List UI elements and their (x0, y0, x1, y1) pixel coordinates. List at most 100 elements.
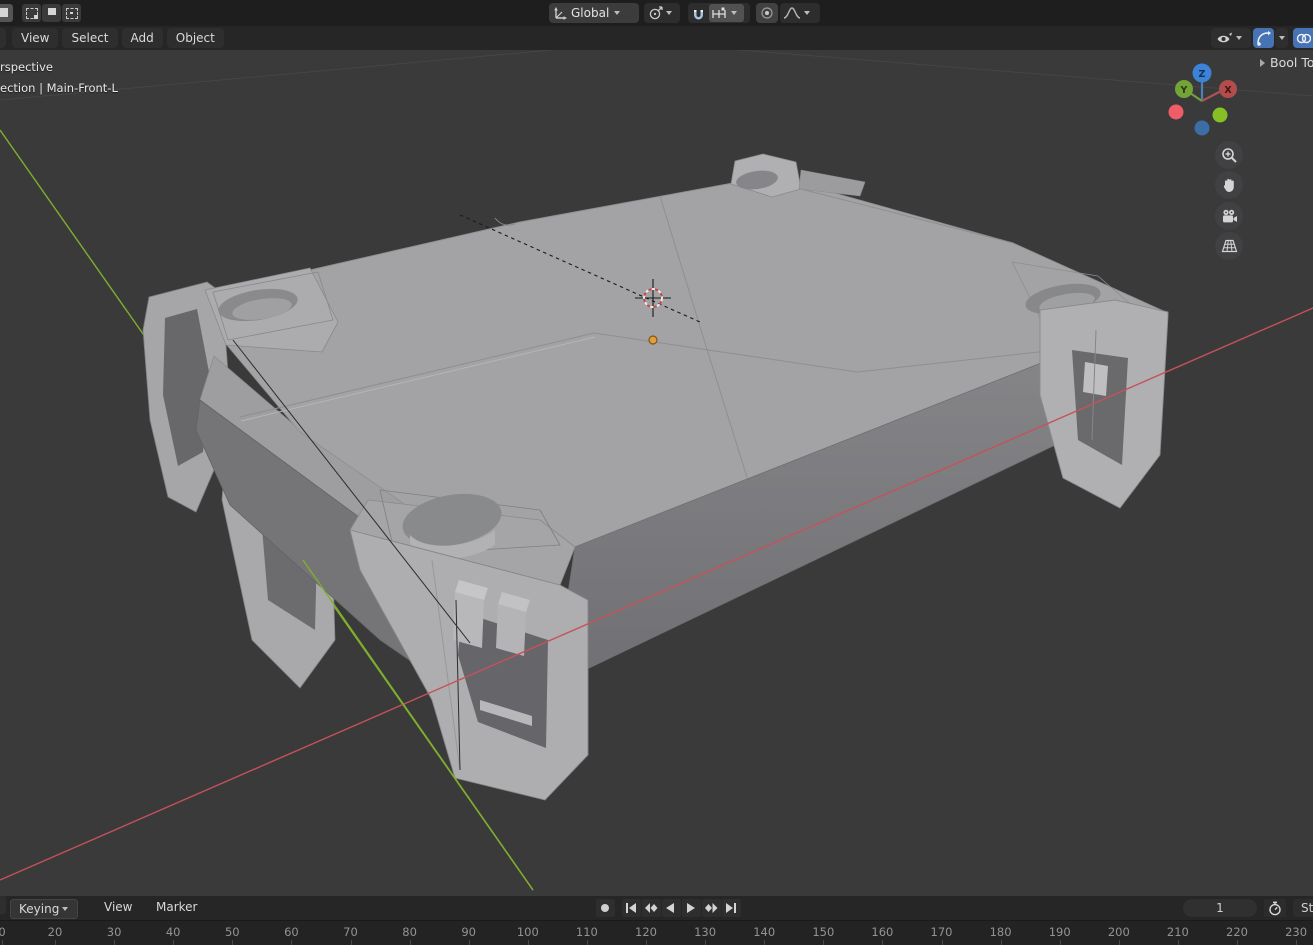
jump-end-button[interactable] (722, 899, 741, 917)
snap-with-dropdown[interactable] (709, 4, 744, 22)
active-object-label: ection | Main-Front-L (0, 81, 118, 95)
camera-view-icon (1221, 209, 1238, 224)
menu-select[interactable]: Select (62, 28, 117, 48)
jump-end-icon (725, 903, 738, 913)
timeline-menu-view[interactable]: View (104, 900, 132, 914)
ruler-tick-mark (232, 940, 233, 945)
navigation-gizmo[interactable]: Z Y X (1169, 64, 1238, 136)
select-extend-icon (26, 8, 38, 19)
ruler-tick-label: 110 (576, 925, 598, 939)
viewport-canvas: Z Y X (0, 50, 1313, 896)
ruler-tick-mark (705, 940, 706, 945)
snap-increment-icon (711, 7, 728, 20)
pan-button[interactable] (1215, 171, 1243, 199)
timeline-menu-marker[interactable]: Marker (156, 900, 197, 914)
snap-target-icon (648, 6, 663, 21)
ruler-tick-label: 220 (1226, 925, 1248, 939)
viewport-3d[interactable]: Z Y X rspective ection | Main-Front-L Bo… (0, 50, 1313, 896)
ruler-tick-label: 180 (990, 925, 1012, 939)
ruler-tick-mark (1296, 940, 1297, 945)
topbar: Global (0, 0, 1313, 26)
gizmo-z-negative[interactable] (1195, 121, 1210, 136)
record-button[interactable] (596, 899, 615, 917)
mode-button-select-set-icon[interactable] (0, 4, 13, 22)
proportional-editing-toggle[interactable] (756, 3, 778, 23)
play-icon (685, 903, 698, 913)
ruler-tick-mark (1119, 940, 1120, 945)
show-gizmos-toggle[interactable] (1253, 28, 1274, 48)
transform-orientation-dropdown[interactable]: Global (549, 3, 639, 23)
ruler-tick-label: 210 (1167, 925, 1189, 939)
ruler-tick-label: 140 (753, 925, 775, 939)
menu-object[interactable]: Object (167, 28, 224, 48)
ruler-tick-label: 200 (1108, 925, 1130, 939)
proportional-falloff-dropdown[interactable] (780, 3, 820, 23)
model-mesh[interactable] (143, 154, 1168, 800)
grid-horizon-lines (0, 50, 1313, 100)
ruler-tick-mark (646, 940, 647, 945)
gizmo-z-label: Z (1199, 69, 1206, 80)
mode-button-select-subtract-icon[interactable] (42, 4, 61, 22)
ruler-tick-mark (1237, 940, 1238, 945)
keying-label: Keying (19, 902, 59, 916)
timeline-header: Keying View Marker 1 Sta (0, 896, 1313, 920)
play-reverse-button[interactable] (662, 899, 681, 917)
magnet-icon (691, 6, 706, 21)
snap-toggle-button[interactable] (691, 3, 706, 23)
sidebar-tab-label: Bool To (1270, 55, 1313, 70)
timeline-editor: Keying ViewMarker 1 Sta 0203040506070809… (0, 896, 1313, 945)
play-button[interactable] (682, 899, 701, 917)
viewport-menus: ViewSelectAddObject (10, 26, 226, 50)
ruler-tick-mark (410, 940, 411, 945)
snap-target-dropdown[interactable] (644, 3, 680, 23)
next-keyframe-icon (705, 903, 718, 913)
camera-view-button[interactable] (1215, 202, 1243, 230)
prev-keyframe-button[interactable] (642, 899, 661, 917)
keying-dropdown[interactable]: Keying (10, 899, 78, 919)
show-overlays-toggle[interactable] (1293, 28, 1313, 48)
frame-start-field[interactable]: Sta (1293, 899, 1313, 917)
chevron-down-icon (62, 907, 68, 911)
select-subtract-icon (46, 8, 56, 17)
object-origin-dot[interactable] (649, 336, 657, 344)
ruler-tick-label: 170 (931, 925, 953, 939)
zoom-button[interactable] (1215, 141, 1243, 169)
mode-button-select-intersect-icon[interactable] (62, 4, 81, 22)
ruler-tick-label: 90 (461, 925, 476, 939)
gizmos-dropdown[interactable] (1275, 28, 1288, 48)
ruler-tick-label: 230 (1285, 925, 1307, 939)
mode-button-select-extend-icon[interactable] (22, 4, 41, 22)
ruler-tick-mark (351, 940, 352, 945)
ruler-tick-label: 100 (517, 925, 539, 939)
jump-start-button[interactable] (622, 899, 641, 917)
orthographic-grid-icon (1221, 239, 1238, 253)
gizmo-y-negative[interactable] (1213, 108, 1228, 123)
ruler-tick-mark (291, 940, 292, 945)
next-keyframe-button[interactable] (702, 899, 721, 917)
menu-view[interactable]: View (12, 28, 58, 48)
ruler-tick-label: 60 (284, 925, 299, 939)
ruler-tick-mark (587, 940, 588, 945)
jump-start-icon (625, 903, 638, 913)
chevron-down-icon (1279, 36, 1285, 40)
timeline-ruler[interactable]: 0203040506070809010011012013014015016017… (0, 920, 1313, 945)
ruler-tick-mark (1001, 940, 1002, 945)
editor-type-button-partial[interactable] (0, 896, 6, 914)
menu-add[interactable]: Add (122, 28, 163, 48)
current-frame-field[interactable]: 1 (1183, 899, 1257, 917)
editor-type-button-partial[interactable] (0, 28, 6, 48)
prev-keyframe-icon (645, 903, 658, 913)
ruler-tick-label: 80 (402, 925, 417, 939)
sidebar-panel-bool-tool[interactable]: Bool To (1260, 55, 1313, 70)
ruler-tick-mark (55, 940, 56, 945)
object-visibility-dropdown[interactable] (1211, 28, 1251, 48)
zoom-icon (1221, 147, 1238, 164)
orthographic-toggle-button[interactable] (1215, 232, 1243, 260)
preview-range-button[interactable] (1264, 899, 1286, 917)
ruler-tick-label: 160 (871, 925, 893, 939)
ruler-tick-mark (942, 940, 943, 945)
chevron-down-icon (731, 11, 737, 15)
select-set-icon (0, 8, 8, 17)
ruler-tick-mark (2, 940, 3, 945)
gizmo-x-negative[interactable] (1169, 105, 1184, 120)
